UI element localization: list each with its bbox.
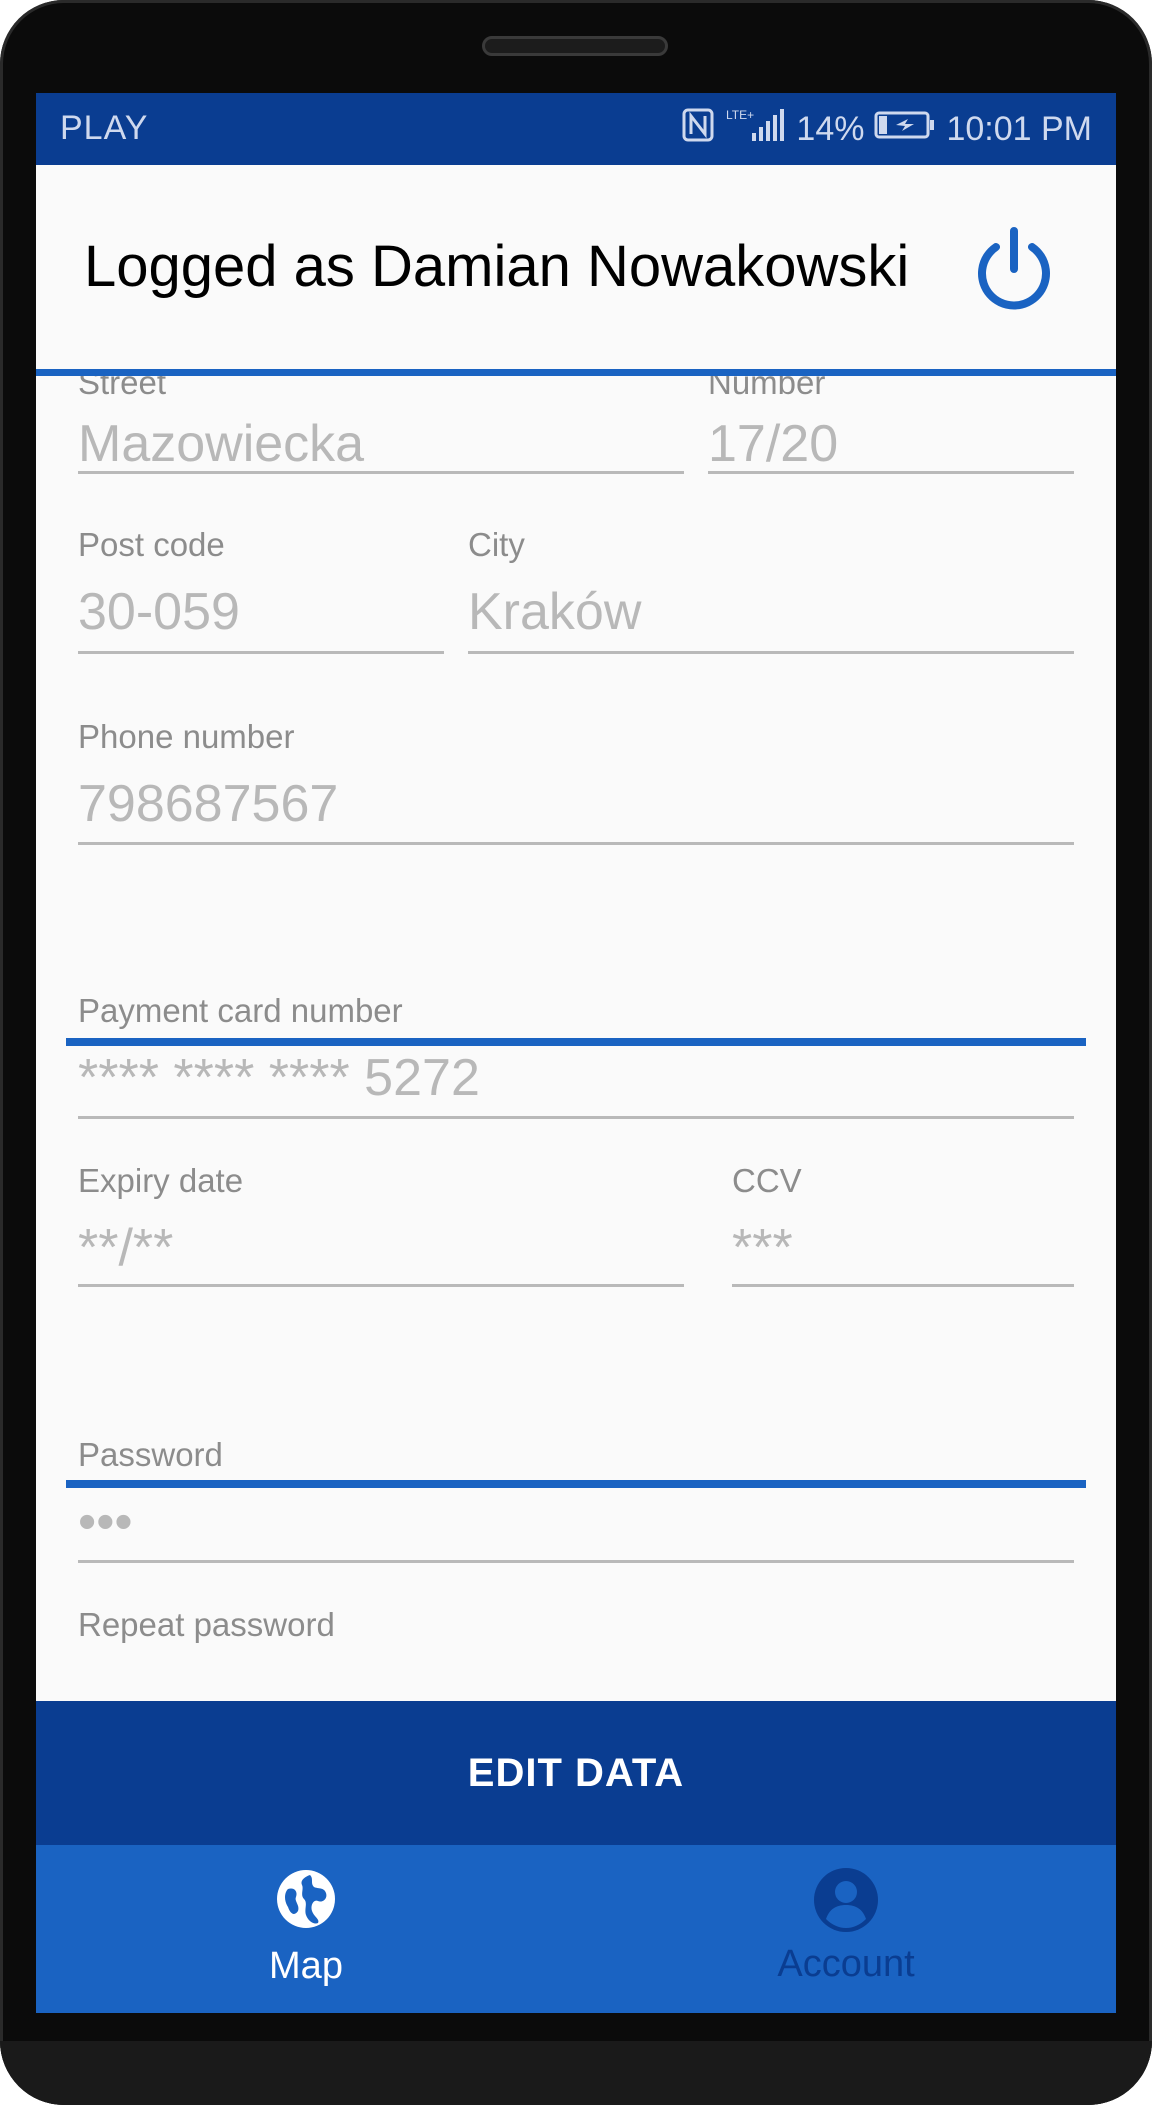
status-icons: LTE+ 14% 10:01 PM	[682, 107, 1092, 151]
post-code-underline	[78, 651, 444, 654]
password-underline	[78, 1560, 1074, 1563]
nav-item-account[interactable]: Account	[576, 1845, 1116, 2013]
street-field[interactable]: Street Mazowiecka	[78, 376, 684, 484]
edit-data-button[interactable]: EDIT DATA	[36, 1701, 1116, 1845]
phone-frame: PLAY LTE+ 14% 10:01 PM Logged as Damian …	[0, 0, 1152, 2105]
card-number-value: **** **** **** 5272	[78, 1049, 480, 1107]
signal-icon: LTE+	[724, 107, 786, 152]
clock: 10:01 PM	[946, 109, 1092, 148]
expiry-field[interactable]: Expiry date **/**	[78, 1162, 684, 1292]
street-underline	[78, 471, 684, 474]
phone-label: Phone number	[78, 718, 295, 755]
number-underline	[708, 471, 1074, 474]
app-header: Logged as Damian Nowakowski	[36, 165, 1116, 369]
battery-charging-icon	[874, 110, 936, 149]
phone-underline	[78, 842, 1074, 845]
nav-label-map: Map	[269, 1945, 343, 1987]
password-label: Password	[78, 1436, 223, 1473]
account-icon	[814, 1868, 878, 1932]
status-bar: PLAY LTE+ 14% 10:01 PM	[36, 93, 1116, 165]
street-label: Street	[78, 376, 167, 401]
city-value: Kraków	[468, 583, 642, 641]
form-scroll-area[interactable]: Street Mazowiecka Number 17/20 Post code…	[36, 376, 1116, 1701]
network-type: LTE+	[726, 108, 754, 122]
number-label: Number	[708, 376, 826, 401]
carrier-name: PLAY	[60, 109, 149, 147]
ccv-field[interactable]: CCV ***	[732, 1162, 1074, 1292]
card-number-label: Payment card number	[78, 992, 403, 1029]
number-value: 17/20	[708, 415, 839, 473]
city-field[interactable]: City Kraków	[468, 526, 1074, 656]
phone-field[interactable]: Phone number 798687567	[78, 718, 1074, 848]
repeat-password-label: Repeat password	[78, 1606, 335, 1643]
nav-item-map[interactable]: Map	[36, 1845, 576, 2013]
globe-icon	[277, 1870, 335, 1928]
card-number-field[interactable]: Payment card number **** **** **** 5272	[78, 992, 1074, 1122]
expiry-label: Expiry date	[78, 1162, 244, 1199]
app-screen: PLAY LTE+ 14% 10:01 PM Logged as Damian …	[36, 93, 1116, 2013]
bottom-bezel	[0, 2041, 1152, 2105]
nav-label-account: Account	[777, 1943, 915, 1985]
card-number-underline	[78, 1116, 1074, 1119]
expiry-underline	[78, 1284, 684, 1287]
nfc-icon	[682, 108, 714, 151]
phone-value: 798687567	[78, 775, 339, 833]
ccv-value: ***	[732, 1219, 793, 1277]
number-field[interactable]: Number 17/20	[708, 376, 1074, 484]
password-value: •••	[78, 1493, 133, 1551]
battery-percent: 14%	[796, 109, 865, 148]
earpiece-speaker	[482, 36, 668, 56]
city-label: City	[468, 526, 525, 563]
ccv-label: CCV	[732, 1162, 802, 1199]
ccv-underline	[732, 1284, 1074, 1287]
post-code-label: Post code	[78, 526, 225, 563]
post-code-value: 30-059	[78, 583, 240, 641]
power-icon	[978, 227, 1050, 310]
page-title: Logged as Damian Nowakowski	[84, 234, 910, 299]
city-underline	[468, 651, 1074, 654]
logout-button[interactable]	[970, 225, 1058, 313]
street-value: Mazowiecka	[78, 415, 365, 473]
repeat-password-field[interactable]: Repeat password	[78, 1606, 1074, 1686]
expiry-value: **/**	[78, 1219, 174, 1277]
password-field[interactable]: Password •••	[78, 1436, 1074, 1566]
post-code-field[interactable]: Post code 30-059	[78, 526, 444, 656]
header-divider	[36, 369, 1116, 376]
bottom-navigation: Map Account	[36, 1845, 1116, 2013]
